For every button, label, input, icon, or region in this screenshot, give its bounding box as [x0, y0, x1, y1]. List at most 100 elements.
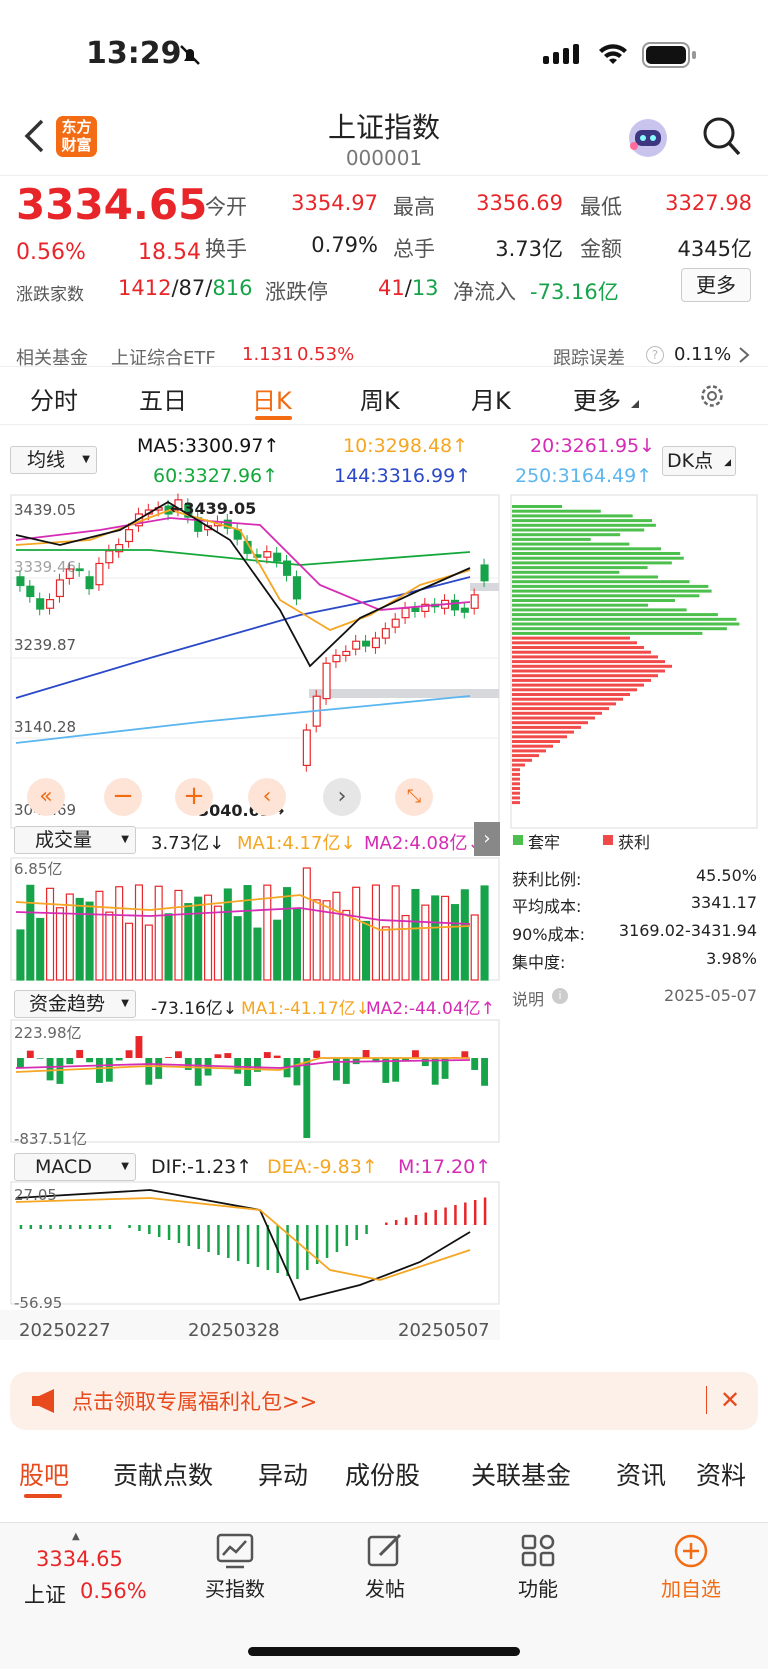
zoom-out-button[interactable]: − [104, 778, 142, 816]
tab-constituents[interactable]: 成份股 [345, 1456, 420, 1492]
date-axis: 20250227 20250328 20250507 [19, 1320, 490, 1341]
turnover-label: 换手 [205, 237, 247, 261]
back-icon[interactable] [22, 118, 46, 154]
settings-gear-icon[interactable] [698, 382, 726, 410]
y-axis-top: 3439.05 [14, 501, 77, 519]
macd-ymax: 27.05 [14, 1186, 57, 1204]
signal-icon [543, 42, 583, 64]
volume-label: 总手 [393, 237, 435, 261]
volume-header: 成交量 ▼ 3.73亿↓ MA1:4.17亿↓ MA2:4.08亿↓ › [0, 822, 500, 856]
y-axis-low2: 3140.28 [14, 718, 77, 736]
change-value: 18.54 [138, 240, 201, 265]
volume-selector[interactable]: 成交量 ▼ [14, 826, 136, 854]
amount-label: 金额 [580, 237, 622, 261]
zoom-in-button[interactable]: + [175, 778, 213, 816]
high-label: 最高 [393, 195, 435, 219]
chart-icon [216, 1533, 254, 1569]
tab-weekly-k[interactable]: 周K [360, 381, 400, 416]
app-logo: 东方 财富 [56, 116, 97, 157]
caret-down-icon: ▼ [82, 454, 90, 465]
ma144-value: 144:3316.99↑ [334, 465, 472, 487]
robot-assistant-icon[interactable] [626, 116, 670, 160]
index-quick-quote[interactable]: ▲ 3334.65 上证 0.56% [0, 1523, 160, 1623]
related-fund-row[interactable]: 相关基金 上证综合ETF 1.131 0.53% 跟踪误差 ? 0.11% [0, 340, 768, 369]
current-price: 3334.65 [16, 180, 208, 229]
ma10-value: 10:3298.48↑ [343, 435, 469, 457]
bottom-nav: ▲ 3334.65 上证 0.56% 买指数 发帖 功能 加自选 [0, 1522, 768, 1669]
tab-anomaly[interactable]: 异动 [258, 1456, 308, 1492]
low-label: 最低 [580, 195, 622, 219]
tab-active-indicator [24, 1494, 62, 1498]
tab-monthly-k[interactable]: 月K [471, 381, 511, 416]
amount-value: 4345亿 [677, 237, 752, 261]
collapse-arrow-button[interactable]: › [474, 822, 500, 856]
flow-ymin: -837.51亿 [14, 1130, 87, 1148]
megaphone-icon [30, 1388, 60, 1414]
grid-icon [521, 1534, 555, 1567]
limit-label: 涨跌停 [265, 280, 328, 304]
content-tabs: 股吧 贡献点数 异动 成份股 关联基金 资讯 资料 [0, 1450, 768, 1510]
turnover-value: 0.79% [311, 233, 378, 257]
caret-down-icon: ▼ [121, 834, 129, 845]
tab-related-funds[interactable]: 关联基金 [471, 1456, 571, 1492]
fund-flow-header: 资金趋势 ▼ -73.16亿↓ MA1:-41.17亿↓ MA2:-44.04亿↑ [0, 990, 495, 1020]
buy-index-button[interactable]: 买指数 [195, 1533, 275, 1602]
ma-selector[interactable]: 均线 ▼ [10, 446, 97, 474]
net-inflow-label: 净流入 [453, 280, 516, 304]
y-axis-mid: 3339.46 [14, 558, 77, 576]
limit-values: 41/13 [378, 276, 439, 300]
macd-selector[interactable]: MACD ▼ [14, 1153, 136, 1181]
tab-daily-k[interactable]: 日K [252, 381, 292, 416]
ma250-value: 250:3164.49↑ [515, 465, 653, 487]
low-value: 3327.98 [665, 191, 752, 215]
scroll-right-button[interactable]: › [323, 778, 361, 816]
chart-controls: « − + ‹ › ⤡ [0, 778, 470, 818]
scroll-left-button[interactable]: ‹ [248, 778, 286, 816]
change-pct: 0.56% [16, 240, 86, 265]
status-bar: 13:29 [0, 0, 768, 100]
status-time: 13:29 [86, 36, 182, 71]
page-title: 上证指数 [327, 111, 440, 144]
promo-banner[interactable]: 点击领取专属福利礼包>> ✕ [10, 1372, 758, 1430]
mute-icon [178, 43, 202, 67]
caret-down-icon: ◢ [724, 458, 731, 468]
tab-profile[interactable]: 资料 [696, 1456, 746, 1492]
tab-five-day[interactable]: 五日 [139, 381, 187, 416]
close-icon[interactable]: ✕ [720, 1386, 740, 1414]
tab-contribution[interactable]: 贡献点数 [113, 1456, 213, 1492]
index-code: 000001 [345, 146, 423, 170]
functions-button[interactable]: 功能 [498, 1533, 578, 1602]
tab-guba[interactable]: 股吧 [19, 1456, 69, 1492]
tab-news[interactable]: 资讯 [616, 1456, 666, 1492]
volume-value: 3.73亿 [495, 237, 563, 261]
info-icon: ? [646, 346, 664, 364]
tab-more[interactable]: 更多 [573, 381, 621, 416]
post-button[interactable]: 发帖 [345, 1533, 425, 1602]
search-icon[interactable] [702, 116, 742, 158]
period-tabs: 分时 五日 日K 周K 月K 更多 [0, 368, 768, 424]
high-marker: ←3439.05 [170, 499, 257, 518]
ma20-value: 20:3261.95↓ [530, 435, 656, 457]
more-button[interactable]: 更多 [681, 268, 751, 302]
volume-ymax: 6.85亿 [14, 860, 63, 878]
ma5-value: MA5:3300.97↑ [137, 435, 280, 457]
chip-panel-info: 套牢 获利 获利比例: 45.50% 平均成本: 3341.17 90%成本: … [512, 833, 757, 1009]
open-label: 今开 [205, 195, 247, 219]
dk-point-button[interactable]: DK点 ◢ [662, 446, 736, 476]
breadth-values: 1412/87/816 [118, 276, 253, 300]
y-axis-low: 3239.87 [14, 636, 77, 654]
fullscreen-icon[interactable]: ⤡ [395, 778, 433, 816]
caret-down-icon: ▼ [121, 998, 129, 1009]
app-header: 东方 财富 上证指数 000001 [0, 100, 768, 176]
edit-icon [367, 1533, 402, 1567]
battery-icon [642, 42, 698, 68]
ma-legend: 均线 ▼ MA5:3300.97↑ 10:3298.48↑ 20:3261.95↓… [0, 428, 768, 492]
breadth-label: 涨跌家数 [16, 285, 84, 305]
scroll-left-fast-button[interactable]: « [27, 778, 65, 816]
info-icon: i [552, 988, 568, 1004]
flow-selector[interactable]: 资金趋势 ▼ [14, 990, 136, 1018]
tab-intraday[interactable]: 分时 [30, 381, 78, 416]
net-inflow-value: -73.16亿 [530, 280, 619, 304]
home-indicator [248, 1647, 520, 1656]
add-watchlist-button[interactable]: 加自选 [651, 1533, 731, 1602]
